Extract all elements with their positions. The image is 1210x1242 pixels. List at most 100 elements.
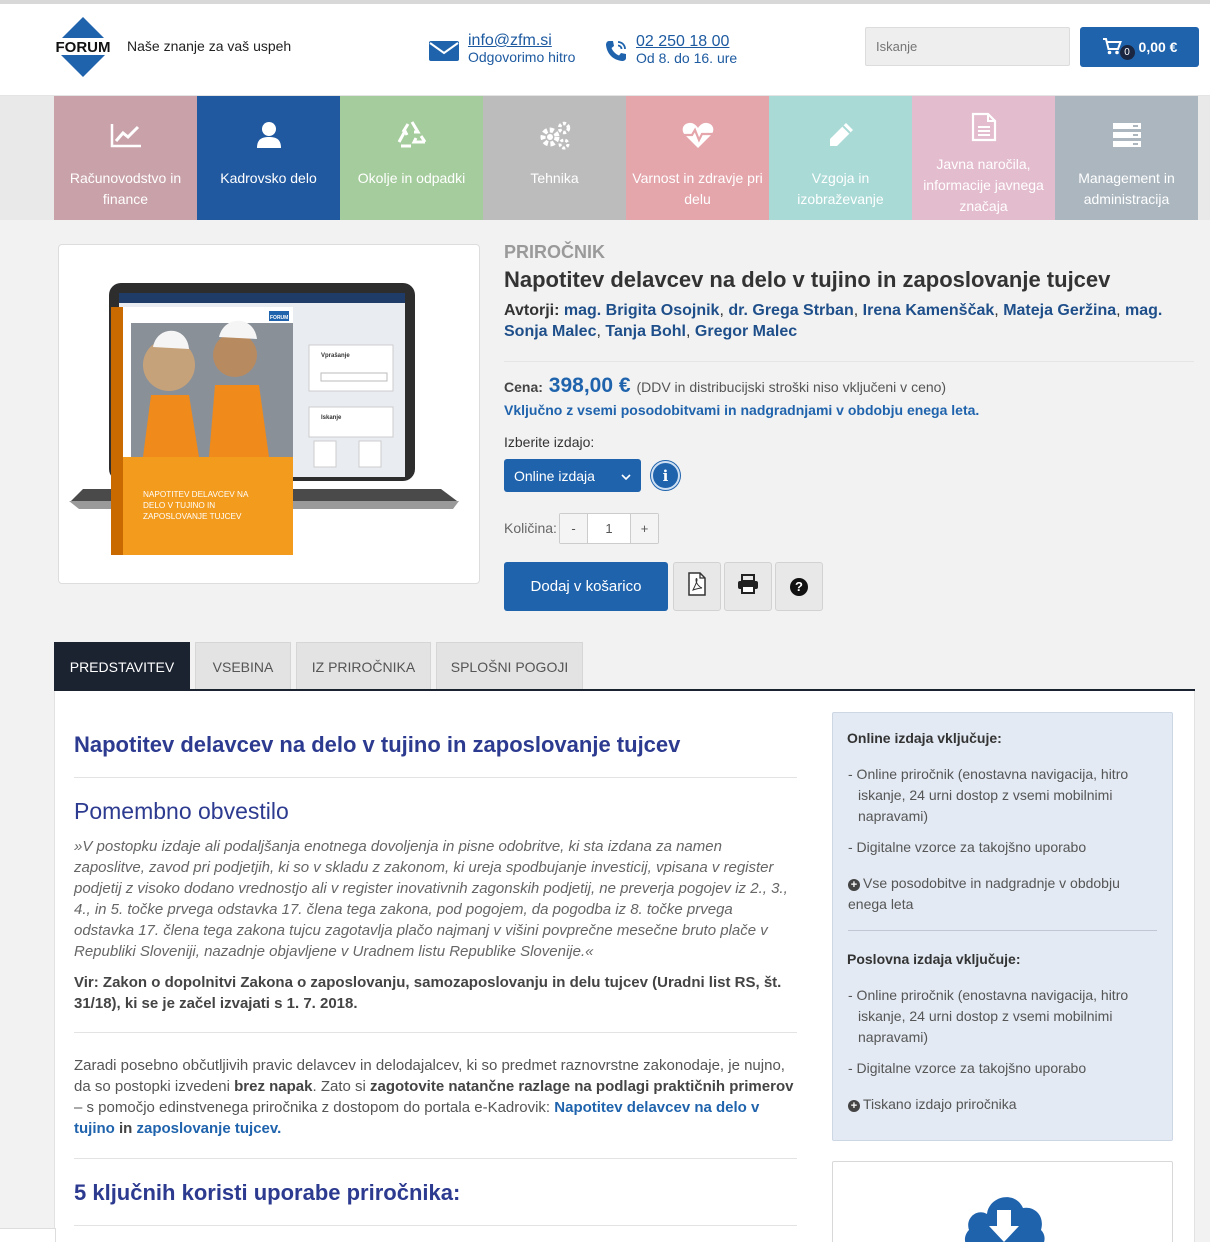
author-link[interactable]: Tanja Bohl	[605, 323, 686, 340]
price-amount: 398,00 €	[548, 374, 631, 397]
scroll-widget	[0, 1228, 56, 1242]
product-title: Napotitev delavcev na delo v tujino in z…	[504, 267, 1111, 292]
business-edition-title: Poslovna izdaja vključuje:	[847, 951, 1021, 967]
download-box[interactable]	[832, 1161, 1173, 1242]
category-vzgoja[interactable]: Vzgoja in izobraževanje	[769, 96, 912, 220]
product-type: PRIROČNIK	[504, 242, 606, 262]
price-row: Cena: 398,00 € (DDV in distribucijski st…	[504, 374, 946, 398]
author-link[interactable]: mag. Brigita Osojnik	[564, 302, 720, 319]
edition-select[interactable]: Online izdaja	[504, 459, 641, 492]
phone-link[interactable]: 02 250 18 00	[636, 33, 737, 50]
category-label: Management in administracija	[1078, 170, 1175, 207]
book-brand: FORUM	[270, 315, 288, 321]
divider	[74, 1032, 797, 1033]
category-label: Tehnika	[530, 170, 579, 186]
author-link[interactable]: Mateja Geržina	[1003, 302, 1116, 319]
tab-predstavitev[interactable]: PREDSTAVITEV	[54, 642, 190, 690]
category-racunovodstvo[interactable]: Računovodstvo in finance	[54, 96, 197, 220]
envelope-icon	[428, 40, 460, 66]
category-management[interactable]: Management in administracija	[1055, 96, 1198, 220]
category-label: Kadrovsko delo	[220, 170, 317, 186]
document-icon	[971, 110, 997, 144]
category-label: Vzgoja in izobraževanje	[797, 170, 884, 207]
forum-logo[interactable]: FORUM	[52, 16, 114, 78]
category-javna-narocila[interactable]: Javna naročila, informacije javnega znač…	[912, 96, 1055, 220]
printer-icon	[737, 574, 759, 599]
price-note: (DDV in distribucijski stroški niso vklj…	[636, 379, 947, 395]
phone-icon	[604, 39, 628, 67]
print-button[interactable]	[724, 562, 772, 611]
divider	[504, 361, 1194, 362]
help-button[interactable]: ?	[775, 562, 823, 611]
email-subtext: Odgovorimo hitro	[468, 49, 576, 65]
includes-note: Vključno z vsemi posodobitvami in nadgra…	[504, 402, 980, 418]
edition-label: Izberite izdajo:	[504, 434, 595, 450]
edition-selected: Online izdaja	[514, 467, 595, 484]
divider	[74, 777, 797, 778]
divider	[74, 1158, 797, 1159]
screen-heading: Vprašanje	[321, 353, 350, 359]
article-title: Napotitev delavcev na delo v tujino in z…	[74, 732, 681, 757]
tagline: Naše znanje za vaš uspeh	[127, 38, 292, 54]
info-icon[interactable]: i	[651, 461, 680, 490]
category-tehnika[interactable]: Tehnika	[483, 96, 626, 220]
notice-source: Vir: Zakon o dopolnitvi Zakona o zaposlo…	[74, 974, 782, 1012]
category-varnost[interactable]: Varnost in zdravje pri delu	[626, 96, 769, 220]
recycle-icon	[396, 118, 428, 152]
product-image[interactable]: Vprašanje Iskanje NAPOTITEV DELAVCEV NA D…	[58, 244, 480, 584]
category-kadrovsko[interactable]: Kadrovsko delo	[197, 96, 340, 220]
price-label: Cena:	[504, 379, 543, 395]
chart-line-icon	[109, 118, 143, 152]
pencil-icon	[827, 118, 855, 152]
gears-icon	[538, 118, 572, 152]
business-item: - Digitalne vzorce za takojšno uporabo	[848, 1060, 1087, 1076]
cart-total: 0,00 €	[1138, 39, 1178, 55]
quantity-stepper: - 1 +	[559, 513, 659, 544]
pdf-button[interactable]	[673, 562, 721, 611]
quantity-input[interactable]: 1	[587, 514, 631, 543]
notice-title: Pomembno obvestilo	[74, 798, 289, 824]
category-label: Javna naročila, informacije javnega znač…	[923, 156, 1044, 214]
cart-button[interactable]: 0 0,00 €	[1080, 27, 1199, 67]
category-label: Računovodstvo in finance	[69, 170, 182, 207]
cloud-download-icon	[959, 1182, 1049, 1242]
online-edition-title: Online izdaja vključuje:	[847, 730, 1002, 746]
author-link[interactable]: Gregor Malec	[695, 323, 797, 340]
email-contact[interactable]: info@zfm.si Odgovorimo hitro	[428, 32, 575, 66]
notice-quote: »V postopku izdaje ali podaljšanja enotn…	[74, 838, 788, 960]
add-to-cart-button[interactable]: Dodaj v košarico	[504, 562, 668, 611]
category-okolje[interactable]: Okolje in odpadki	[340, 96, 483, 220]
help-icon: ?	[790, 577, 808, 596]
benefits-title: 5 ključnih koristi uporabe priročnika:	[74, 1180, 461, 1205]
category-label: Okolje in odpadki	[357, 170, 466, 186]
logo-text: FORUM	[56, 39, 111, 56]
author-link[interactable]: Irena Kamenščak	[863, 302, 995, 319]
business-plus-item: + Tiskano izdajo priročnika	[848, 1094, 1138, 1115]
tab-splosni-pogoji[interactable]: SPLOŠNI POGOJI	[436, 642, 583, 690]
plus-circle-icon: +	[848, 879, 860, 891]
inline-link[interactable]: zaposlovanje tujcev.	[137, 1120, 282, 1137]
pdf-icon	[687, 572, 707, 601]
heartbeat-icon	[681, 118, 715, 152]
online-plus-item: + Vse posodobitve in nadgradnje v obdobju…	[848, 875, 1120, 912]
business-item: - Online priročnik (enostavna navigacija…	[848, 987, 1129, 1045]
quantity-increment-button[interactable]: +	[631, 514, 658, 543]
phone-contact[interactable]: 02 250 18 00 Od 8. do 16. ure	[604, 33, 737, 67]
category-label: Varnost in zdravje pri delu	[632, 170, 763, 207]
tab-iz-prirocnika[interactable]: IZ PRIROČNIKA	[296, 642, 431, 690]
authors: Avtorji: mag. Brigita Osojnik, dr. Grega…	[504, 302, 1163, 340]
server-icon	[1112, 118, 1142, 152]
search-input[interactable]	[865, 27, 1070, 66]
authors-label: Avtorji:	[504, 302, 560, 319]
phone-subtext: Od 8. do 16. ure	[636, 50, 738, 66]
tab-vsebina[interactable]: VSEBINA	[195, 642, 291, 690]
quantity-decrement-button[interactable]: -	[560, 514, 587, 543]
quantity-label: Količina:	[504, 520, 557, 536]
online-item: - Online priročnik (enostavna navigacija…	[848, 766, 1129, 824]
cart-count-badge: 0	[1119, 44, 1135, 60]
user-icon	[256, 118, 282, 152]
email-link[interactable]: info@zfm.si	[468, 32, 575, 49]
author-link[interactable]: dr. Grega Strban	[728, 302, 853, 319]
cart-icon	[1102, 37, 1122, 58]
divider	[74, 1225, 797, 1226]
